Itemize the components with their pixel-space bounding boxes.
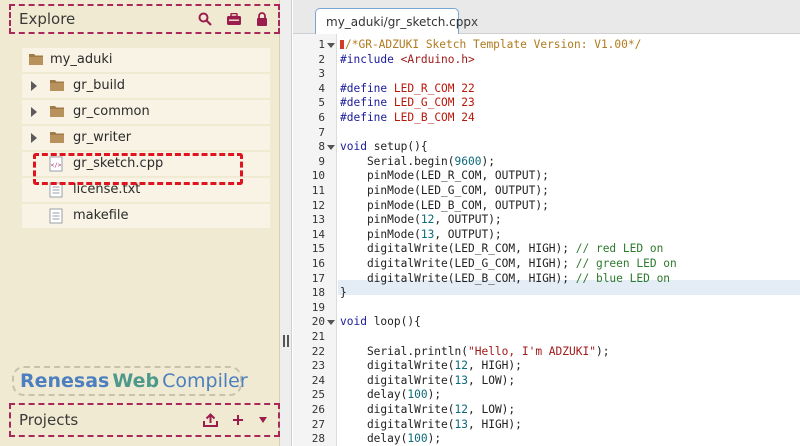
- tree-item[interactable]: my_aduki: [22, 48, 270, 72]
- brand-word-3: Compiler: [162, 370, 248, 392]
- line-number: 21: [311, 330, 325, 343]
- upload-icon[interactable]: [203, 413, 218, 427]
- fold-toggle-icon[interactable]: [327, 145, 335, 151]
- line-number: 16: [311, 257, 325, 270]
- code-line: delay(100);: [340, 388, 442, 402]
- code-line: digitalWrite(LED_R_COM, HIGH); // red LE…: [340, 242, 664, 256]
- explore-header: Explore: [9, 4, 280, 34]
- tree-item-label: my_aduki: [50, 52, 113, 67]
- folder-icon: [49, 104, 65, 122]
- explore-title: Explore: [19, 10, 76, 28]
- code-line: digitalWrite(13, LOW);: [340, 373, 516, 387]
- explorer-panel: Explore my_aduki gr_build gr_common gr_writ…: [0, 0, 280, 446]
- brand-logo: Renesas Web Compiler: [12, 366, 248, 396]
- code-line: void loop(){: [340, 315, 421, 329]
- brand-word-1: Renesas: [20, 370, 110, 392]
- line-number: 25: [311, 388, 325, 402]
- brand-word-2: Web: [112, 370, 160, 392]
- tab-gr-sketch[interactable]: my_aduki/gr_sketch.cpp x: [315, 8, 478, 35]
- panel-splitter[interactable]: [280, 0, 292, 446]
- line-number: 9: [318, 154, 325, 168]
- line-number: 3: [318, 67, 325, 81]
- line-number: 8: [318, 140, 325, 154]
- line-number: 18: [311, 286, 325, 300]
- dropdown-icon[interactable]: [258, 416, 268, 424]
- code-line: digitalWrite(LED_G_COM, HIGH); // green …: [340, 257, 677, 270]
- editor-tab-bar: my_aduki/gr_sketch.cpp x: [293, 0, 800, 35]
- tab-close-icon[interactable]: x: [471, 15, 478, 29]
- toolbox-icon[interactable]: [226, 12, 242, 26]
- line-number: 15: [311, 242, 325, 256]
- code-line: Serial.println("Hello, I'm ADZUKI");: [340, 344, 610, 358]
- line-number: 26: [311, 403, 325, 416]
- line-number: 2: [318, 52, 325, 66]
- code-line: digitalWrite(12, HIGH);: [340, 359, 522, 373]
- tree-item[interactable]: makefile: [22, 204, 270, 228]
- code-line: pinMode(LED_B_COM, OUTPUT);: [340, 198, 549, 212]
- text-file-icon: [49, 208, 63, 228]
- line-number: 23: [311, 359, 325, 373]
- tree-item[interactable]: gr_writer: [22, 126, 270, 150]
- code-line: pinMode(LED_G_COM, OUTPUT);: [340, 184, 549, 197]
- line-number: 27: [311, 417, 325, 431]
- code-line: #define LED_B_COM 24: [340, 111, 475, 124]
- tree-item-label: gr_build: [73, 78, 126, 93]
- code-line: void setup(){: [340, 140, 428, 154]
- splitter-handle-icon[interactable]: [283, 335, 289, 347]
- line-number: 24: [311, 373, 325, 387]
- line-number: 12: [311, 198, 325, 212]
- line-number: 28: [311, 432, 325, 446]
- folder-icon: [49, 130, 65, 148]
- selection-highlight: [33, 153, 243, 185]
- tree-item[interactable]: gr_build: [22, 74, 270, 98]
- code-line: digitalWrite(LED_B_COM, HIGH); // blue L…: [340, 271, 671, 285]
- line-number: 10: [311, 169, 325, 183]
- line-number: 14: [311, 227, 325, 241]
- code-line: }: [340, 286, 347, 300]
- code-line: Serial.begin(9600);: [340, 154, 495, 168]
- projects-title: Projects: [19, 411, 79, 429]
- line-number: 20: [311, 315, 325, 329]
- expand-arrow-icon[interactable]: [31, 107, 37, 117]
- tree-item[interactable]: gr_common: [22, 100, 270, 124]
- tree-item-label: gr_writer: [73, 130, 132, 145]
- line-number: 19: [311, 300, 325, 314]
- code-line: #define LED_G_COM 23: [340, 96, 475, 110]
- code-line: /*GR-ADZUKI Sketch Template Version: V1.…: [345, 38, 642, 51]
- fold-toggle-icon[interactable]: [327, 320, 335, 326]
- folder-icon: [49, 78, 65, 96]
- tree-item-label: makefile: [73, 208, 129, 223]
- code-line: digitalWrite(13, HIGH);: [340, 417, 522, 431]
- edit-marker: [340, 40, 344, 49]
- code-line: #include <Arduino.h>: [340, 52, 475, 66]
- line-number: 11: [311, 184, 325, 197]
- projects-header: Projects: [9, 403, 280, 437]
- folder-icon: [28, 52, 44, 70]
- line-number: 22: [311, 344, 325, 358]
- line-number: 17: [311, 271, 325, 285]
- file-tree: my_aduki gr_build gr_common gr_writer </> gr_…: [22, 48, 270, 230]
- tab-label: my_aduki/gr_sketch.cpp: [326, 15, 471, 29]
- line-number: 4: [318, 81, 325, 95]
- fold-toggle-icon[interactable]: [327, 43, 335, 48]
- lock-icon[interactable]: [256, 12, 268, 26]
- code-line: #define LED_R_COM 22: [340, 81, 475, 95]
- text-file-icon: [49, 182, 63, 202]
- expand-arrow-icon[interactable]: [31, 133, 37, 143]
- tree-item-label: gr_common: [73, 104, 150, 119]
- code-line: pinMode(12, OUTPUT);: [340, 213, 502, 227]
- search-icon[interactable]: [198, 12, 212, 26]
- code-line: pinMode(LED_R_COM, OUTPUT);: [340, 169, 549, 183]
- code-line: digitalWrite(12, LOW);: [340, 403, 516, 416]
- code-line: pinMode(13, OUTPUT);: [340, 227, 502, 241]
- code-line: delay(100);: [340, 432, 442, 446]
- line-number: 13: [311, 213, 325, 227]
- expand-arrow-icon[interactable]: [31, 81, 37, 91]
- plus-icon[interactable]: [232, 414, 244, 426]
- line-number: 5: [318, 96, 325, 110]
- line-number: 7: [318, 125, 325, 139]
- line-number: 1: [318, 38, 325, 51]
- line-number: 6: [318, 111, 325, 124]
